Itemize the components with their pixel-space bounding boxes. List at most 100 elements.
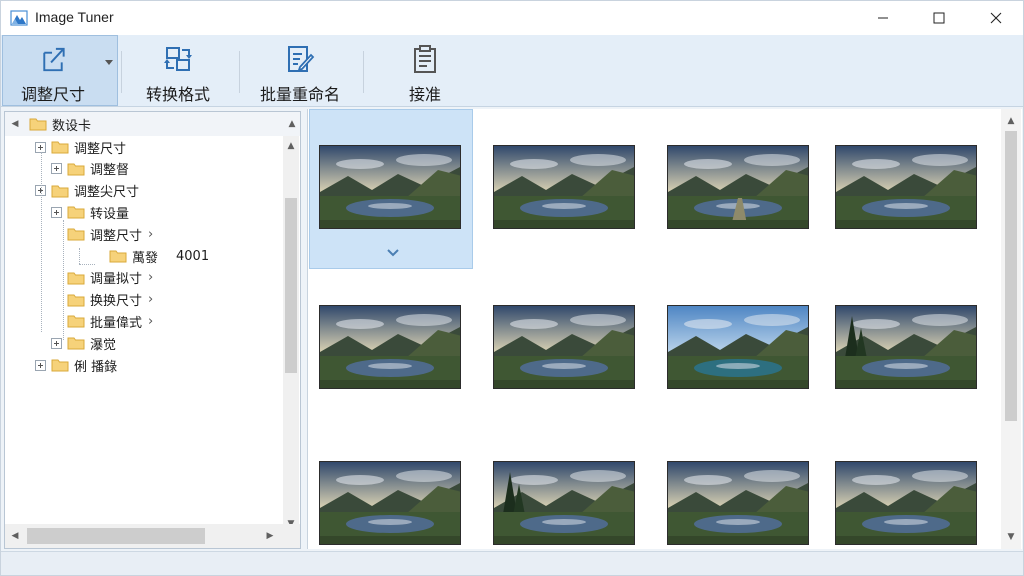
- image-thumbnail[interactable]: [493, 461, 635, 545]
- image-thumbnail[interactable]: [493, 145, 635, 229]
- resize-label: 调整尺寸: [20, 85, 85, 104]
- gallery-vertical-scrollbar[interactable]: ▲ ▼: [1001, 109, 1021, 549]
- tree-node[interactable]: 俐 播錄: [35, 354, 117, 376]
- scroll-left-icon[interactable]: ◀: [7, 528, 23, 544]
- image-thumbnail[interactable]: [493, 305, 635, 389]
- tree-root: 数设卡: [29, 113, 91, 135]
- folder-icon: [67, 163, 85, 176]
- expand-toggle-icon[interactable]: [35, 141, 46, 153]
- app-window: Image Tuner 调整尺寸 转换格式 批量重命名 接准 ◀ 数设卡 ▲ 调…: [0, 0, 1024, 576]
- folder-icon: [51, 359, 69, 372]
- batch-rename-button[interactable]: 批量重命名: [248, 35, 352, 106]
- clipboard-icon: [414, 45, 436, 73]
- scroll-down-icon[interactable]: ▼: [1003, 529, 1019, 545]
- resize-icon: [43, 47, 65, 72]
- tree-node-label: 调整尺寸: [74, 141, 127, 157]
- landscape-photo: [494, 462, 634, 544]
- tree-root-row[interactable]: ◀ 数设卡 ▲: [5, 112, 300, 136]
- tree-node-label: 瀑觉: [90, 337, 117, 353]
- image-thumbnail[interactable]: [835, 145, 977, 229]
- convert-format-button[interactable]: 转换格式: [126, 35, 230, 106]
- resize-button[interactable]: 调整尺寸: [2, 35, 118, 106]
- image-thumbnail[interactable]: [319, 461, 461, 545]
- tree-node-extra: 4001: [176, 248, 210, 264]
- landscape-photo: [836, 462, 976, 544]
- tree-scroll-up-icon[interactable]: ▲: [284, 116, 300, 132]
- expand-toggle-icon[interactable]: [35, 359, 46, 371]
- tree-node-label: 批量偉式: [90, 315, 143, 331]
- landscape-photo: [668, 306, 808, 388]
- tree-root-label: 数设卡: [52, 118, 92, 134]
- toolbar: 调整尺寸 转换格式 批量重命名 接准: [1, 35, 1023, 107]
- tree-node-label: 萬發: [132, 250, 159, 266]
- image-thumbnail[interactable]: [835, 305, 977, 389]
- close-button[interactable]: [967, 1, 1024, 35]
- maximize-button[interactable]: [910, 1, 968, 35]
- landscape-photo: [320, 462, 460, 544]
- minimize-button[interactable]: [854, 1, 912, 35]
- landscape-photo: [320, 306, 460, 388]
- folder-icon: [51, 185, 69, 198]
- scroll-right-icon[interactable]: ▶: [262, 528, 278, 544]
- toolbar-separator: [363, 51, 364, 93]
- folder-icon: [67, 294, 85, 307]
- image-thumbnail[interactable]: [667, 461, 809, 545]
- title-bar: Image Tuner: [1, 1, 1023, 35]
- tree-node[interactable]: 调整尺寸 ›: [67, 223, 153, 245]
- chevron-right-icon[interactable]: ›: [148, 227, 153, 242]
- image-thumbnail[interactable]: [835, 461, 977, 545]
- receive-button[interactable]: 接准: [375, 35, 475, 106]
- app-logo-icon: [10, 10, 28, 26]
- landscape-photo: [836, 146, 976, 228]
- tree-node-label: 调量拟寸: [90, 272, 143, 288]
- chevron-right-icon[interactable]: ›: [148, 314, 153, 329]
- tree-node[interactable]: 调整尺寸: [35, 136, 126, 158]
- landscape-photo: [836, 306, 976, 388]
- tree-node-label: 调整尺寸: [90, 228, 143, 244]
- folder-icon: [29, 118, 47, 131]
- landscape-photo: [668, 146, 808, 228]
- close-icon: [990, 12, 1002, 24]
- tree-node[interactable]: 换换尺寸 ›: [67, 289, 153, 311]
- tree-vscroll-thumb[interactable]: [285, 198, 297, 373]
- expand-toggle-icon[interactable]: [51, 163, 62, 175]
- folder-tree-pane: ◀ 数设卡 ▲ 调整尺寸 调整督 调整尖尺寸 转设量 调整尺寸 › 萬發 4001 调量拟寸 › 换…: [4, 111, 301, 549]
- landscape-photo: [494, 146, 634, 228]
- tree-node[interactable]: 调量拟寸 ›: [67, 267, 153, 289]
- tree-node[interactable]: 瀑觉: [51, 332, 116, 354]
- tree-horizontal-scrollbar[interactable]: ◀ ▶: [5, 524, 300, 548]
- image-gallery: ▲ ▼: [307, 109, 1022, 549]
- expand-toggle-icon[interactable]: [51, 337, 62, 349]
- expand-toggle-icon[interactable]: [51, 206, 62, 218]
- image-thumbnail[interactable]: [319, 305, 461, 389]
- tree-node[interactable]: 萬發 4001: [109, 245, 209, 267]
- tree-vertical-scrollbar[interactable]: ▲ ▼: [283, 136, 299, 536]
- tree-node[interactable]: 批量偉式 ›: [67, 310, 153, 332]
- scroll-up-icon[interactable]: ▲: [283, 138, 299, 154]
- folder-icon: [51, 141, 69, 154]
- resize-dropdown-arrow[interactable]: [102, 55, 116, 69]
- chevron-right-icon[interactable]: ›: [148, 292, 153, 307]
- tree-guide-line: [41, 152, 42, 332]
- folder-icon: [67, 228, 85, 241]
- tree-node-label: 调整督: [90, 163, 130, 179]
- tree-node[interactable]: 调整督: [51, 158, 129, 180]
- chevron-down-icon[interactable]: [386, 248, 400, 258]
- folder-icon: [67, 206, 85, 219]
- gallery-vscroll-thumb[interactable]: [1005, 131, 1017, 421]
- window-title: Image Tuner: [35, 9, 114, 25]
- chevron-right-icon[interactable]: ›: [148, 270, 153, 285]
- rename-label: 批量重命名: [259, 85, 340, 104]
- image-thumbnail[interactable]: [667, 145, 809, 229]
- image-thumbnail[interactable]: [319, 145, 461, 229]
- toolbar-separator: [121, 51, 122, 93]
- tree-hscroll-thumb[interactable]: [27, 528, 205, 544]
- tree-node[interactable]: 调整尖尺寸: [35, 180, 139, 202]
- toolbar-separator: [239, 51, 240, 93]
- landscape-photo: [668, 462, 808, 544]
- folder-icon: [67, 315, 85, 328]
- image-thumbnail[interactable]: [667, 305, 809, 389]
- tree-back-arrow-icon[interactable]: ◀: [7, 116, 23, 132]
- tree-guide-line: [79, 248, 80, 264]
- scroll-up-icon[interactable]: ▲: [1003, 113, 1019, 129]
